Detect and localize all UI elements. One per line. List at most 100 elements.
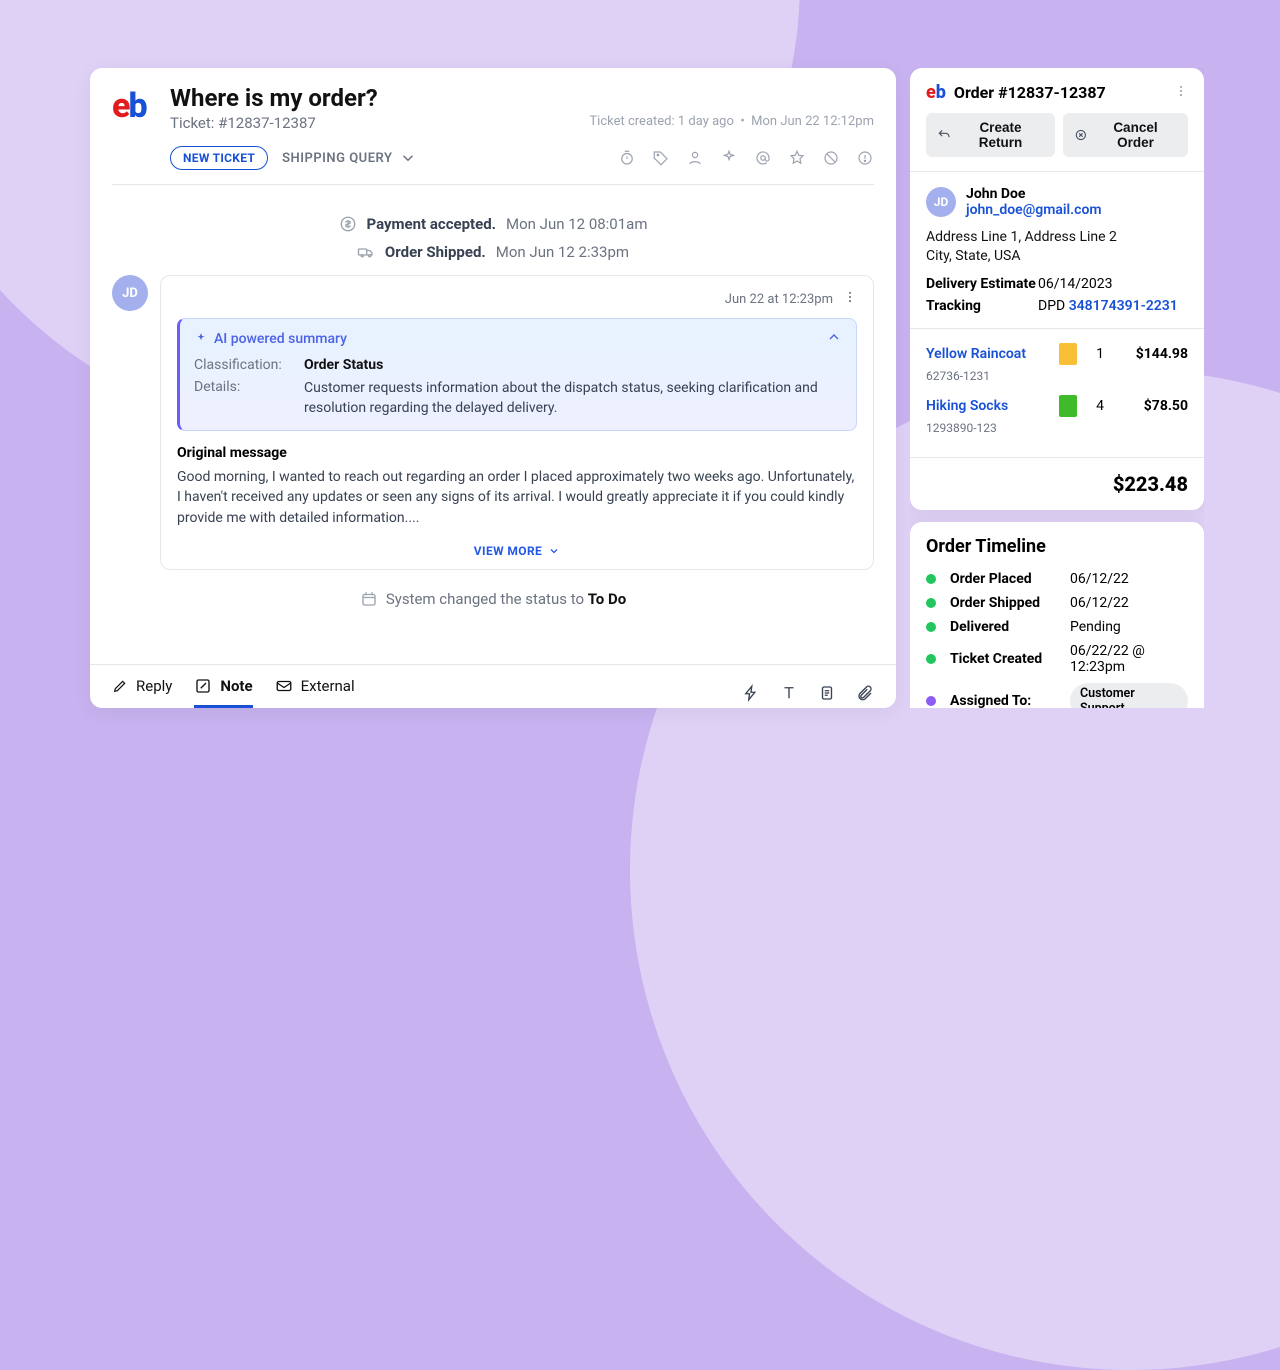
- ticket-panel: eb Where is my order? Ticket: #12837-123…: [90, 68, 896, 708]
- calendar-icon: [360, 590, 378, 608]
- ai-details-label: Details:: [194, 379, 296, 418]
- timeline-item: Delivered Pending: [926, 615, 1188, 639]
- timeline-card: Order Timeline Order Placed 06/12/22 Ord…: [910, 522, 1204, 708]
- ai-collapse-button[interactable]: [826, 329, 842, 349]
- composer-tab-external[interactable]: External: [275, 677, 355, 708]
- category-label: SHIPPING QUERY: [282, 151, 392, 166]
- order-title: Order #12837-12387: [954, 83, 1106, 102]
- order-card: eb Order #12837-12387 Create Return Canc…: [910, 68, 1204, 510]
- item-qty: 4: [1088, 398, 1112, 414]
- item-price: $78.50: [1118, 398, 1188, 414]
- timeline-item: Order Shipped 06/12/22: [926, 591, 1188, 615]
- user-icon[interactable]: [686, 149, 704, 167]
- timeline-assignee-pill: Customer Support: [1070, 683, 1188, 708]
- address-line-2: City, State, USA: [926, 247, 1188, 266]
- star-icon[interactable]: [788, 149, 806, 167]
- cancel-icon: [1074, 128, 1088, 142]
- item-swatch: [1059, 395, 1077, 417]
- ai-heading: AI powered summary: [214, 331, 347, 347]
- timeline-label: Order Shipped: [950, 595, 1062, 611]
- system-event-status: To Do: [588, 590, 626, 608]
- timeline-dot: [926, 654, 936, 664]
- item-name-link[interactable]: Yellow Raincoat: [926, 346, 1048, 362]
- tracking-value: DPD 348174391-2231: [1038, 298, 1188, 314]
- order-item: Yellow Raincoat 1 $144.98 62736-1231: [926, 343, 1188, 391]
- view-more-button[interactable]: VIEW MORE: [474, 544, 560, 558]
- item-price: $144.98: [1118, 346, 1188, 362]
- tag-icon[interactable]: [652, 149, 670, 167]
- timeline-value: Pending: [1070, 619, 1188, 635]
- ai-classification-value: Order Status: [304, 357, 842, 373]
- ticket-title: Where is my order?: [170, 84, 575, 112]
- address-line-1: Address Line 1, Address Line 2: [926, 228, 1188, 247]
- tracking-carrier: DPD: [1038, 298, 1069, 314]
- sparkle-icon[interactable]: [720, 149, 738, 167]
- category-dropdown[interactable]: SHIPPING QUERY: [282, 149, 416, 167]
- timeline-dot: [926, 696, 936, 706]
- customer-email[interactable]: john_doe@gmail.com: [966, 202, 1102, 218]
- alert-icon[interactable]: [856, 149, 874, 167]
- document-icon[interactable]: [818, 684, 836, 702]
- item-name-link[interactable]: Hiking Socks: [926, 398, 1048, 414]
- customer-address: Address Line 1, Address Line 2 City, Sta…: [926, 228, 1188, 266]
- timer-icon[interactable]: [618, 149, 636, 167]
- composer-tab-label: External: [301, 677, 355, 695]
- tracking-label: Tracking: [926, 298, 1038, 314]
- bolt-icon[interactable]: [742, 684, 760, 702]
- cancel-order-button[interactable]: Cancel Order: [1063, 113, 1188, 157]
- original-body: Good morning, I wanted to reach out rega…: [177, 467, 857, 528]
- at-icon[interactable]: [754, 149, 772, 167]
- timeline-dot: [926, 598, 936, 608]
- timeline-label: Ticket Created: [950, 651, 1062, 667]
- timeline-dot: [926, 622, 936, 632]
- timeline-label: Order Placed: [950, 571, 1062, 587]
- item-sku: 62736-1231: [926, 369, 1048, 383]
- attachment-icon[interactable]: [856, 684, 874, 702]
- timeline-value: 06/12/22: [1070, 595, 1188, 611]
- ai-classification-label: Classification:: [194, 357, 296, 373]
- timeline-dot: [926, 574, 936, 584]
- new-ticket-badge: NEW TICKET: [170, 146, 268, 170]
- item-qty: 1: [1088, 346, 1112, 362]
- timeline-value: 06/12/22: [1070, 571, 1188, 587]
- create-return-button[interactable]: Create Return: [926, 113, 1055, 157]
- composer-tab-reply[interactable]: Reply: [112, 677, 172, 708]
- timeline-value: 06/22/22 @ 12:23pm: [1070, 643, 1188, 675]
- status-shipped: Order Shipped. Mon Jun 12 2:33pm: [112, 243, 874, 261]
- order-items: Yellow Raincoat 1 $144.98 62736-1231 Hik…: [926, 343, 1188, 443]
- brand-logo: eb: [112, 84, 156, 128]
- order-item: Hiking Socks 4 $78.50 1293890-123: [926, 395, 1188, 443]
- text-icon[interactable]: [780, 684, 798, 702]
- system-event: System changed the status to To Do: [112, 590, 874, 608]
- composer-tab-label: Note: [220, 677, 252, 695]
- delivery-estimate-label: Delivery Estimate: [926, 276, 1038, 292]
- chevron-down-icon: [399, 149, 417, 167]
- status-time: Mon Jun 12 2:33pm: [496, 243, 629, 261]
- button-label: Cancel Order: [1094, 120, 1177, 150]
- timeline-item: Assigned To: Customer Support: [926, 679, 1188, 708]
- status-time: Mon Jun 12 08:01am: [506, 215, 647, 233]
- sparkle-icon: [194, 332, 208, 346]
- order-more-button[interactable]: [1174, 83, 1188, 102]
- brand-logo-small: eb: [926, 82, 946, 103]
- timeline-label: Delivered: [950, 619, 1062, 635]
- ticket-meta: Ticket created: 1 day ago • Mon Jun 22 1…: [589, 84, 874, 129]
- timeline-item: Ticket Created 06/22/22 @ 12:23pm: [926, 639, 1188, 679]
- message-card: Jun 22 at 12:23pm AI powered summary Cl: [160, 275, 874, 570]
- block-icon[interactable]: [822, 149, 840, 167]
- message-more-button[interactable]: [843, 290, 857, 308]
- timeline-label: Assigned To:: [950, 693, 1062, 708]
- customer-name: John Doe: [966, 186, 1102, 202]
- composer-tab-note[interactable]: Note: [194, 677, 252, 708]
- truck-icon: [357, 243, 375, 261]
- composer: Reply Note External: [90, 664, 896, 708]
- system-event-prefix: System changed the status to: [386, 590, 588, 608]
- pencil-icon: [112, 678, 128, 694]
- mail-icon: [275, 677, 293, 695]
- tracking-number-link[interactable]: 348174391-2231: [1069, 298, 1178, 314]
- message-timestamp: Jun 22 at 12:23pm: [725, 292, 833, 307]
- ticket-created-age: Ticket created: 1 day ago: [589, 114, 733, 129]
- status-label: Payment accepted.: [367, 215, 497, 233]
- item-sku: 1293890-123: [926, 421, 1048, 435]
- timeline-item: Order Placed 06/12/22: [926, 567, 1188, 591]
